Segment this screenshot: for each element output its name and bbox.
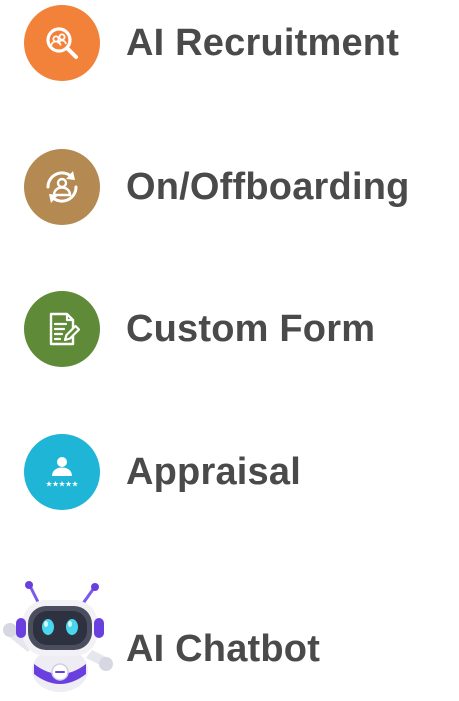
feature-list: AI Recruitment On/Offboarding Custom For… xyxy=(0,0,459,700)
feature-label: On/Offboarding xyxy=(126,165,410,208)
feature-label: Appraisal xyxy=(126,450,301,493)
feature-item-on-offboarding[interactable]: On/Offboarding xyxy=(24,148,410,226)
feature-item-custom-form[interactable]: Custom Form xyxy=(24,290,375,368)
form-edit-icon xyxy=(24,291,100,367)
onboarding-cycle-icon xyxy=(24,149,100,225)
feature-item-appraisal[interactable]: Appraisal xyxy=(24,433,301,511)
feature-item-ai-chatbot[interactable]: AI Chatbot xyxy=(0,578,320,696)
feature-label: AI Recruitment xyxy=(126,21,400,64)
recruitment-search-icon xyxy=(24,5,100,81)
feature-label: Custom Form xyxy=(126,307,376,350)
feature-item-ai-recruitment[interactable]: AI Recruitment xyxy=(24,4,399,82)
appraisal-rating-icon xyxy=(24,434,100,510)
robot-mascot-icon xyxy=(0,578,120,696)
feature-label: AI Chatbot xyxy=(126,627,321,670)
